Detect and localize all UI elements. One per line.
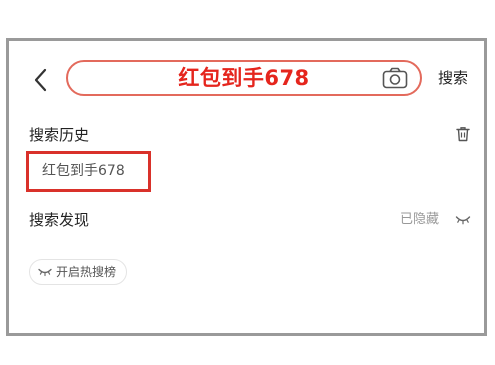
enable-hot-search-label: 开启热搜榜 [56, 265, 117, 279]
enable-hot-search-button[interactable]: 开启热搜榜 [29, 259, 128, 285]
eye-closed-icon [38, 268, 52, 277]
search-discover-title: 搜索发现 [29, 211, 90, 229]
history-item[interactable]: 红包到手678 [26, 151, 151, 192]
camera-icon[interactable] [382, 67, 408, 89]
history-item-label: 红包到手678 [42, 163, 125, 179]
trash-icon[interactable] [455, 126, 471, 142]
search-button[interactable]: 搜索 [438, 66, 468, 90]
hidden-status-text: 已隐藏 [400, 212, 440, 227]
search-query-text: 红包到手678 [178, 66, 310, 90]
chevron-left-icon [34, 68, 47, 92]
eye-closed-icon[interactable] [455, 214, 471, 226]
search-input[interactable]: 红包到手678 [66, 60, 422, 96]
search-history-title: 搜索历史 [29, 126, 90, 144]
back-button[interactable] [30, 64, 54, 96]
